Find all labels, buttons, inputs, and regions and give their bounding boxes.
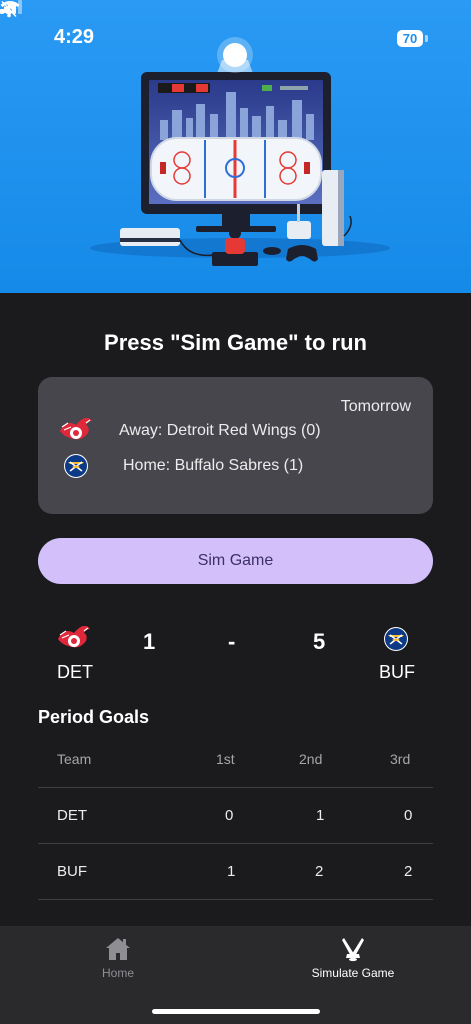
tab-home-label: Home — [101, 966, 134, 980]
row-divider — [38, 787, 433, 788]
row-p3: 2 — [404, 863, 413, 880]
home-score: 5 — [313, 629, 326, 654]
away-score: 1 — [143, 629, 156, 654]
red-wings-logo-icon — [60, 418, 92, 440]
sabres-logo-icon — [64, 454, 88, 478]
row-divider — [38, 843, 433, 844]
tab-home[interactable]: Home — [38, 926, 198, 996]
table-header-team: Team — [57, 751, 92, 767]
period-goals-title: Period Goals — [38, 707, 150, 727]
row-p2: 2 — [315, 863, 324, 880]
tab-simulate-game-label: Simulate Game — [311, 966, 395, 980]
row-team: DET — [57, 807, 87, 824]
status-bar: 4:29 70 — [0, 0, 471, 76]
home-abbr: BUF — [379, 662, 415, 682]
wifi-icon — [0, 0, 20, 15]
row-team: BUF — [57, 863, 87, 880]
sim-game-button[interactable]: Sim Game — [38, 538, 433, 584]
battery-indicator: 70 — [397, 30, 423, 47]
hockey-sticks-icon — [342, 938, 364, 962]
away-abbr: DET — [57, 662, 93, 682]
battery-tip — [425, 35, 428, 42]
row-divider — [38, 899, 433, 900]
page-title: Press "Sim Game" to run — [104, 330, 367, 355]
home-indicator[interactable] — [152, 1009, 320, 1014]
house-icon — [106, 938, 130, 960]
row-p1: 0 — [225, 807, 234, 824]
row-p3: 0 — [404, 807, 413, 824]
status-time: 4:29 — [54, 26, 95, 48]
score-separator: - — [228, 629, 236, 654]
tab-simulate-game[interactable]: Simulate Game — [273, 926, 433, 996]
game-card: Tomorrow Away: Detroit Red Wings (0) Hom… — [38, 377, 433, 514]
row-p2: 1 — [316, 807, 325, 824]
red-wings-logo-icon — [58, 626, 90, 648]
sabres-logo-icon — [384, 627, 408, 651]
away-team-label: Away: Detroit Red Wings (0) — [119, 422, 321, 439]
home-team-label: Home: Buffalo Sabres (1) — [123, 457, 304, 474]
table-header-2nd: 2nd — [299, 751, 323, 767]
hero-illustration: 4:29 70 — [0, 0, 471, 293]
game-date: Tomorrow — [340, 398, 411, 415]
table-header-3rd: 3rd — [390, 751, 411, 767]
row-p1: 1 — [227, 863, 236, 880]
table-header-1st: 1st — [216, 751, 235, 767]
